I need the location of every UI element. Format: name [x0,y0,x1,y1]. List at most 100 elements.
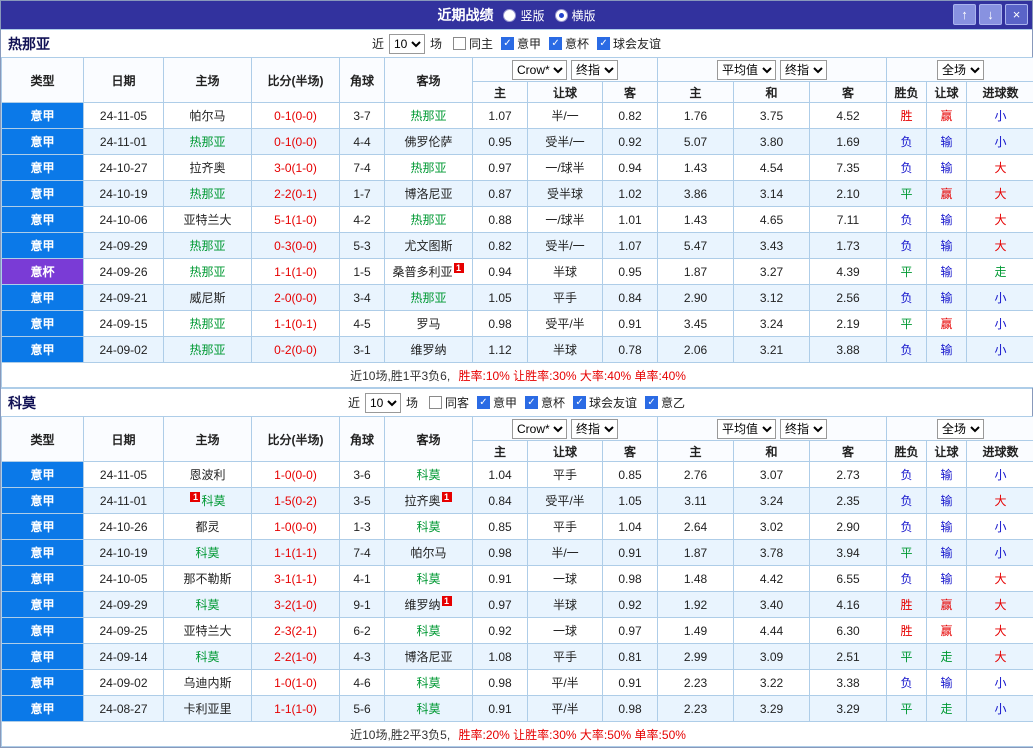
home-team-cell: 帕尔马 [164,103,252,129]
odds-source-select[interactable]: 终指 [571,60,618,80]
focus-team-name: 科莫 [195,598,219,612]
goals-result-cell: 小 [967,311,1033,337]
table-foot: 近10场,胜2平3负5, 胜率:20% 让胜率:30% 大率:50% 单率:50… [2,722,1033,747]
handicap-result-cell: 输 [927,155,967,181]
checkbox-icon[interactable]: ✓ [549,37,562,50]
score-cell: 1-1(1-0) [252,259,340,285]
filter-checkbox-球会友谊[interactable]: ✓球会友谊 [597,35,661,52]
score-cell: 0-2(0-0) [252,337,340,363]
checkbox-icon[interactable] [429,396,442,409]
match-row: 意甲24-09-02乌迪内斯1-0(1-0)4-6科莫0.98平/半0.912.… [2,670,1033,696]
odds-source-select[interactable]: Crow* [512,419,567,439]
filter-checkbox-意乙[interactable]: ✓意乙 [645,394,685,411]
checkbox-icon[interactable]: ✓ [597,37,610,50]
layout-radio-vertical[interactable]: 竖版 [503,7,544,24]
avg-away-cell: 2.56 [810,285,887,311]
home-odds-cell: 0.91 [473,696,528,722]
checkbox-icon[interactable]: ✓ [645,396,658,409]
handicap-result-cell: 赢 [927,592,967,618]
league-cell: 意甲 [2,644,84,670]
away-team-cell: 佛罗伦萨 [385,129,473,155]
filter-checkbox-意杯[interactable]: ✓意杯 [525,394,565,411]
opponent-team-name: 拉齐奥 [189,161,225,175]
away-odds-cell: 0.78 [603,337,658,363]
match-row: 意甲24-10-27拉齐奥3-0(1-0)7-4热那亚0.97一/球半0.941… [2,155,1033,181]
odds-source-select[interactable]: 平均值 [717,419,776,439]
scroll-up-button[interactable]: ↑ [953,4,976,25]
summary-cell: 近10场,胜2平3负5, 胜率:20% 让胜率:30% 大率:50% 单率:50… [2,722,1033,747]
date-cell: 24-10-05 [84,566,164,592]
date-cell: 24-10-06 [84,207,164,233]
away-odds-cell: 0.82 [603,103,658,129]
goals-result-cell: 大 [967,592,1033,618]
opponent-team-name: 恩波利 [189,468,225,482]
summary-prefix: 近10场,胜2平3负5, [350,728,450,742]
date-cell: 24-11-05 [84,103,164,129]
handicap-result-cell: 输 [927,670,967,696]
opponent-team-name: 乌迪内斯 [183,676,231,690]
odds-source-select[interactable]: 全场 [937,419,984,439]
filter-checkbox-意甲[interactable]: ✓意甲 [477,394,517,411]
red-card-badge: 1 [442,492,452,502]
avg-away-cell: 2.35 [810,488,887,514]
odds-source-select[interactable]: 全场 [937,60,984,80]
window-buttons: ↑ ↓ × [953,4,1028,25]
home-team-cell: 恩波利 [164,462,252,488]
opponent-team-name: 维罗纳 [404,598,440,612]
avg-away-cell: 4.39 [810,259,887,285]
filter-checkbox-同主[interactable]: 同主 [453,35,493,52]
handicap-result-cell: 赢 [927,618,967,644]
odds-source-select[interactable]: 终指 [571,419,618,439]
radio-unselected-icon[interactable] [503,9,516,22]
match-row: 意甲24-11-05恩波利1-0(0-0)3-6科莫1.04平手0.852.76… [2,462,1033,488]
match-row: 意甲24-10-26都灵1-0(0-0)1-3科莫0.85平手1.042.643… [2,514,1033,540]
checkbox-icon[interactable]: ✓ [501,37,514,50]
handicap-result-cell: 赢 [927,103,967,129]
subheader-avg-away: 客 [810,441,887,462]
odds-source-select[interactable]: 终指 [780,419,827,439]
opponent-team-name: 罗马 [416,317,440,331]
away-team-cell: 维罗纳 [385,337,473,363]
odds-source-select[interactable]: 终指 [780,60,827,80]
checkbox-icon[interactable]: ✓ [477,396,490,409]
scroll-down-button[interactable]: ↓ [979,4,1002,25]
filter-checkbox-意甲[interactable]: ✓意甲 [501,35,541,52]
handicap-cell: 半球 [528,337,603,363]
focus-team-name: 科莫 [416,624,440,638]
avg-away-cell: 2.19 [810,311,887,337]
focus-team-name: 热那亚 [189,239,225,253]
corners-cell: 4-4 [340,129,385,155]
handicap-cell: 一/球半 [528,207,603,233]
score-cell: 3-0(1-0) [252,155,340,181]
corners-cell: 3-4 [340,285,385,311]
checkbox-icon[interactable] [453,37,466,50]
corners-cell: 4-1 [340,566,385,592]
goals-result-cell: 大 [967,207,1033,233]
home-odds-cell: 0.94 [473,259,528,285]
odds-source-select[interactable]: Crow* [512,60,567,80]
avg-draw-cell: 3.80 [734,129,810,155]
goals-result-cell: 小 [967,129,1033,155]
score-cell: 2-2(1-0) [252,644,340,670]
focus-team-name: 科莫 [416,468,440,482]
avg-draw-cell: 4.65 [734,207,810,233]
away-odds-cell: 0.84 [603,285,658,311]
match-count-select[interactable]: 10 [365,393,401,413]
radio-selected-icon[interactable] [555,9,568,22]
filter-checkbox-同客[interactable]: 同客 [429,394,469,411]
checkbox-icon[interactable]: ✓ [525,396,538,409]
checkbox-icon[interactable]: ✓ [573,396,586,409]
handicap-cell: 受平/半 [528,488,603,514]
avg-away-cell: 3.88 [810,337,887,363]
corners-cell: 1-7 [340,181,385,207]
odds-source-select[interactable]: 平均值 [717,60,776,80]
layout-radio-horizontal[interactable]: 横版 [555,7,596,24]
score-cell: 1-0(1-0) [252,670,340,696]
filter-checkbox-球会友谊[interactable]: ✓球会友谊 [573,394,637,411]
match-count-select[interactable]: 10 [389,34,425,54]
close-button[interactable]: × [1005,4,1028,25]
filter-checkbox-意杯[interactable]: ✓意杯 [549,35,589,52]
avg-home-cell: 3.45 [658,311,734,337]
opponent-team-name: 拉齐奥 [404,494,440,508]
corners-cell: 3-6 [340,462,385,488]
